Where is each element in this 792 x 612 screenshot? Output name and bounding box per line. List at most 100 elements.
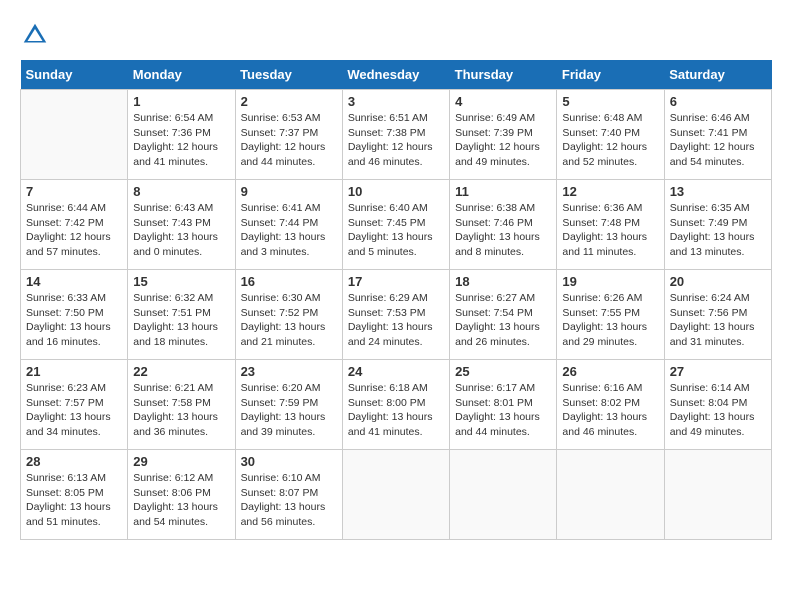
calendar-cell: 3 Sunrise: 6:51 AMSunset: 7:38 PMDaylight… [342, 90, 449, 180]
day-info: Sunrise: 6:36 AMSunset: 7:48 PMDaylight:… [562, 201, 658, 260]
day-number: 19 [562, 274, 658, 289]
calendar-cell: 17 Sunrise: 6:29 AMSunset: 7:53 PMDayligh… [342, 270, 449, 360]
calendar-cell [21, 90, 128, 180]
calendar-cell: 20Sunrise: 6:24 AMSunset: 7:56 PMDayligh… [664, 270, 771, 360]
calendar-cell: 4 Sunrise: 6:49 AMSunset: 7:39 PMDaylight… [450, 90, 557, 180]
day-number: 22 [133, 364, 229, 379]
calendar-cell: 12 Sunrise: 6:36 AMSunset: 7:48 PMDayligh… [557, 180, 664, 270]
day-number: 5 [562, 94, 658, 109]
calendar-cell: 19 Sunrise: 6:26 AMSunset: 7:55 PMDayligh… [557, 270, 664, 360]
day-info: Sunrise: 6:10 AMSunset: 8:07 PMDaylight:… [241, 471, 337, 530]
day-info: Sunrise: 6:49 AMSunset: 7:39 PMDaylight:… [455, 111, 551, 170]
calendar-cell: 8 Sunrise: 6:43 AMSunset: 7:43 PMDaylight… [128, 180, 235, 270]
day-info: Sunrise: 6:16 AMSunset: 8:02 PMDaylight:… [562, 381, 658, 440]
day-number: 10 [348, 184, 444, 199]
calendar-cell: 10 Sunrise: 6:40 AMSunset: 7:45 PMDayligh… [342, 180, 449, 270]
calendar-cell: 23 Sunrise: 6:20 AMSunset: 7:59 PMDayligh… [235, 360, 342, 450]
day-info: Sunrise: 6:20 AMSunset: 7:59 PMDaylight:… [241, 381, 337, 440]
day-info: Sunrise: 6:32 AMSunset: 7:51 PMDaylight:… [133, 291, 229, 350]
calendar-cell: 16 Sunrise: 6:30 AMSunset: 7:52 PMDayligh… [235, 270, 342, 360]
calendar-cell: 30 Sunrise: 6:10 AMSunset: 8:07 PMDayligh… [235, 450, 342, 540]
calendar-week-5: 28 Sunrise: 6:13 AMSunset: 8:05 PMDayligh… [21, 450, 772, 540]
calendar-cell: 25 Sunrise: 6:17 AMSunset: 8:01 PMDayligh… [450, 360, 557, 450]
day-info: Sunrise: 6:23 AMSunset: 7:57 PMDaylight:… [26, 381, 122, 440]
day-info: Sunrise: 6:21 AMSunset: 7:58 PMDaylight:… [133, 381, 229, 440]
day-info: Sunrise: 6:51 AMSunset: 7:38 PMDaylight:… [348, 111, 444, 170]
calendar-cell [342, 450, 449, 540]
day-number: 25 [455, 364, 551, 379]
day-info: Sunrise: 6:29 AMSunset: 7:53 PMDaylight:… [348, 291, 444, 350]
day-info: Sunrise: 6:40 AMSunset: 7:45 PMDaylight:… [348, 201, 444, 260]
calendar-week-3: 14 Sunrise: 6:33 AMSunset: 7:50 PMDayligh… [21, 270, 772, 360]
logo [20, 20, 55, 50]
day-info: Sunrise: 6:46 AMSunset: 7:41 PMDaylight:… [670, 111, 766, 170]
calendar-header-monday: Monday [128, 60, 235, 90]
day-info: Sunrise: 6:44 AMSunset: 7:42 PMDaylight:… [26, 201, 122, 260]
day-info: Sunrise: 6:48 AMSunset: 7:40 PMDaylight:… [562, 111, 658, 170]
day-number: 26 [562, 364, 658, 379]
day-number: 15 [133, 274, 229, 289]
calendar-cell: 6 Sunrise: 6:46 AMSunset: 7:41 PMDaylight… [664, 90, 771, 180]
day-number: 3 [348, 94, 444, 109]
day-number: 7 [26, 184, 122, 199]
day-number: 8 [133, 184, 229, 199]
day-number: 11 [455, 184, 551, 199]
calendar-cell [450, 450, 557, 540]
calendar-week-1: 1 Sunrise: 6:54 AMSunset: 7:36 PMDaylight… [21, 90, 772, 180]
day-number: 1 [133, 94, 229, 109]
day-number: 12 [562, 184, 658, 199]
day-info: Sunrise: 6:54 AMSunset: 7:36 PMDaylight:… [133, 111, 229, 170]
calendar-cell: 13 Sunrise: 6:35 AMSunset: 7:49 PMDayligh… [664, 180, 771, 270]
calendar-cell: 5 Sunrise: 6:48 AMSunset: 7:40 PMDaylight… [557, 90, 664, 180]
calendar-cell: 11 Sunrise: 6:38 AMSunset: 7:46 PMDayligh… [450, 180, 557, 270]
day-number: 13 [670, 184, 766, 199]
calendar-header-sunday: Sunday [21, 60, 128, 90]
calendar-cell: 26 Sunrise: 6:16 AMSunset: 8:02 PMDayligh… [557, 360, 664, 450]
calendar-header-row: SundayMondayTuesdayWednesdayThursdayFrid… [21, 60, 772, 90]
day-number: 2 [241, 94, 337, 109]
day-number: 6 [670, 94, 766, 109]
day-number: 16 [241, 274, 337, 289]
calendar-cell: 28 Sunrise: 6:13 AMSunset: 8:05 PMDayligh… [21, 450, 128, 540]
day-number: 28 [26, 454, 122, 469]
calendar-cell: 21 Sunrise: 6:23 AMSunset: 7:57 PMDayligh… [21, 360, 128, 450]
day-number: 30 [241, 454, 337, 469]
day-number: 21 [26, 364, 122, 379]
calendar-cell: 22 Sunrise: 6:21 AMSunset: 7:58 PMDayligh… [128, 360, 235, 450]
calendar-header-friday: Friday [557, 60, 664, 90]
day-info: Sunrise: 6:38 AMSunset: 7:46 PMDaylight:… [455, 201, 551, 260]
day-number: 4 [455, 94, 551, 109]
calendar-cell: 1 Sunrise: 6:54 AMSunset: 7:36 PMDaylight… [128, 90, 235, 180]
day-info: Sunrise: 6:41 AMSunset: 7:44 PMDaylight:… [241, 201, 337, 260]
day-info: Sunrise: 6:17 AMSunset: 8:01 PMDaylight:… [455, 381, 551, 440]
calendar-table: SundayMondayTuesdayWednesdayThursdayFrid… [20, 60, 772, 540]
day-number: 17 [348, 274, 444, 289]
day-number: 14 [26, 274, 122, 289]
calendar-header-thursday: Thursday [450, 60, 557, 90]
calendar-cell: 14 Sunrise: 6:33 AMSunset: 7:50 PMDayligh… [21, 270, 128, 360]
day-info: Sunrise: 6:27 AMSunset: 7:54 PMDaylight:… [455, 291, 551, 350]
calendar-header-saturday: Saturday [664, 60, 771, 90]
page-header [20, 20, 772, 50]
day-info: Sunrise: 6:33 AMSunset: 7:50 PMDaylight:… [26, 291, 122, 350]
day-number: 27 [670, 364, 766, 379]
calendar-header-wednesday: Wednesday [342, 60, 449, 90]
day-info: Sunrise: 6:30 AMSunset: 7:52 PMDaylight:… [241, 291, 337, 350]
day-info: Sunrise: 6:43 AMSunset: 7:43 PMDaylight:… [133, 201, 229, 260]
day-info: Sunrise: 6:13 AMSunset: 8:05 PMDaylight:… [26, 471, 122, 530]
day-info: Sunrise: 6:14 AMSunset: 8:04 PMDaylight:… [670, 381, 766, 440]
day-number: 29 [133, 454, 229, 469]
day-info: Sunrise: 6:26 AMSunset: 7:55 PMDaylight:… [562, 291, 658, 350]
day-number: 23 [241, 364, 337, 379]
day-number: 9 [241, 184, 337, 199]
calendar-week-4: 21 Sunrise: 6:23 AMSunset: 7:57 PMDayligh… [21, 360, 772, 450]
calendar-cell [664, 450, 771, 540]
calendar-cell: 2Sunrise: 6:53 AMSunset: 7:37 PMDaylight… [235, 90, 342, 180]
day-number: 18 [455, 274, 551, 289]
calendar-week-2: 7 Sunrise: 6:44 AMSunset: 7:42 PMDaylight… [21, 180, 772, 270]
calendar-cell: 15 Sunrise: 6:32 AMSunset: 7:51 PMDayligh… [128, 270, 235, 360]
calendar-cell: 18 Sunrise: 6:27 AMSunset: 7:54 PMDayligh… [450, 270, 557, 360]
day-info: Sunrise: 6:35 AMSunset: 7:49 PMDaylight:… [670, 201, 766, 260]
logo-icon [20, 20, 50, 50]
calendar-cell: 9 Sunrise: 6:41 AMSunset: 7:44 PMDaylight… [235, 180, 342, 270]
